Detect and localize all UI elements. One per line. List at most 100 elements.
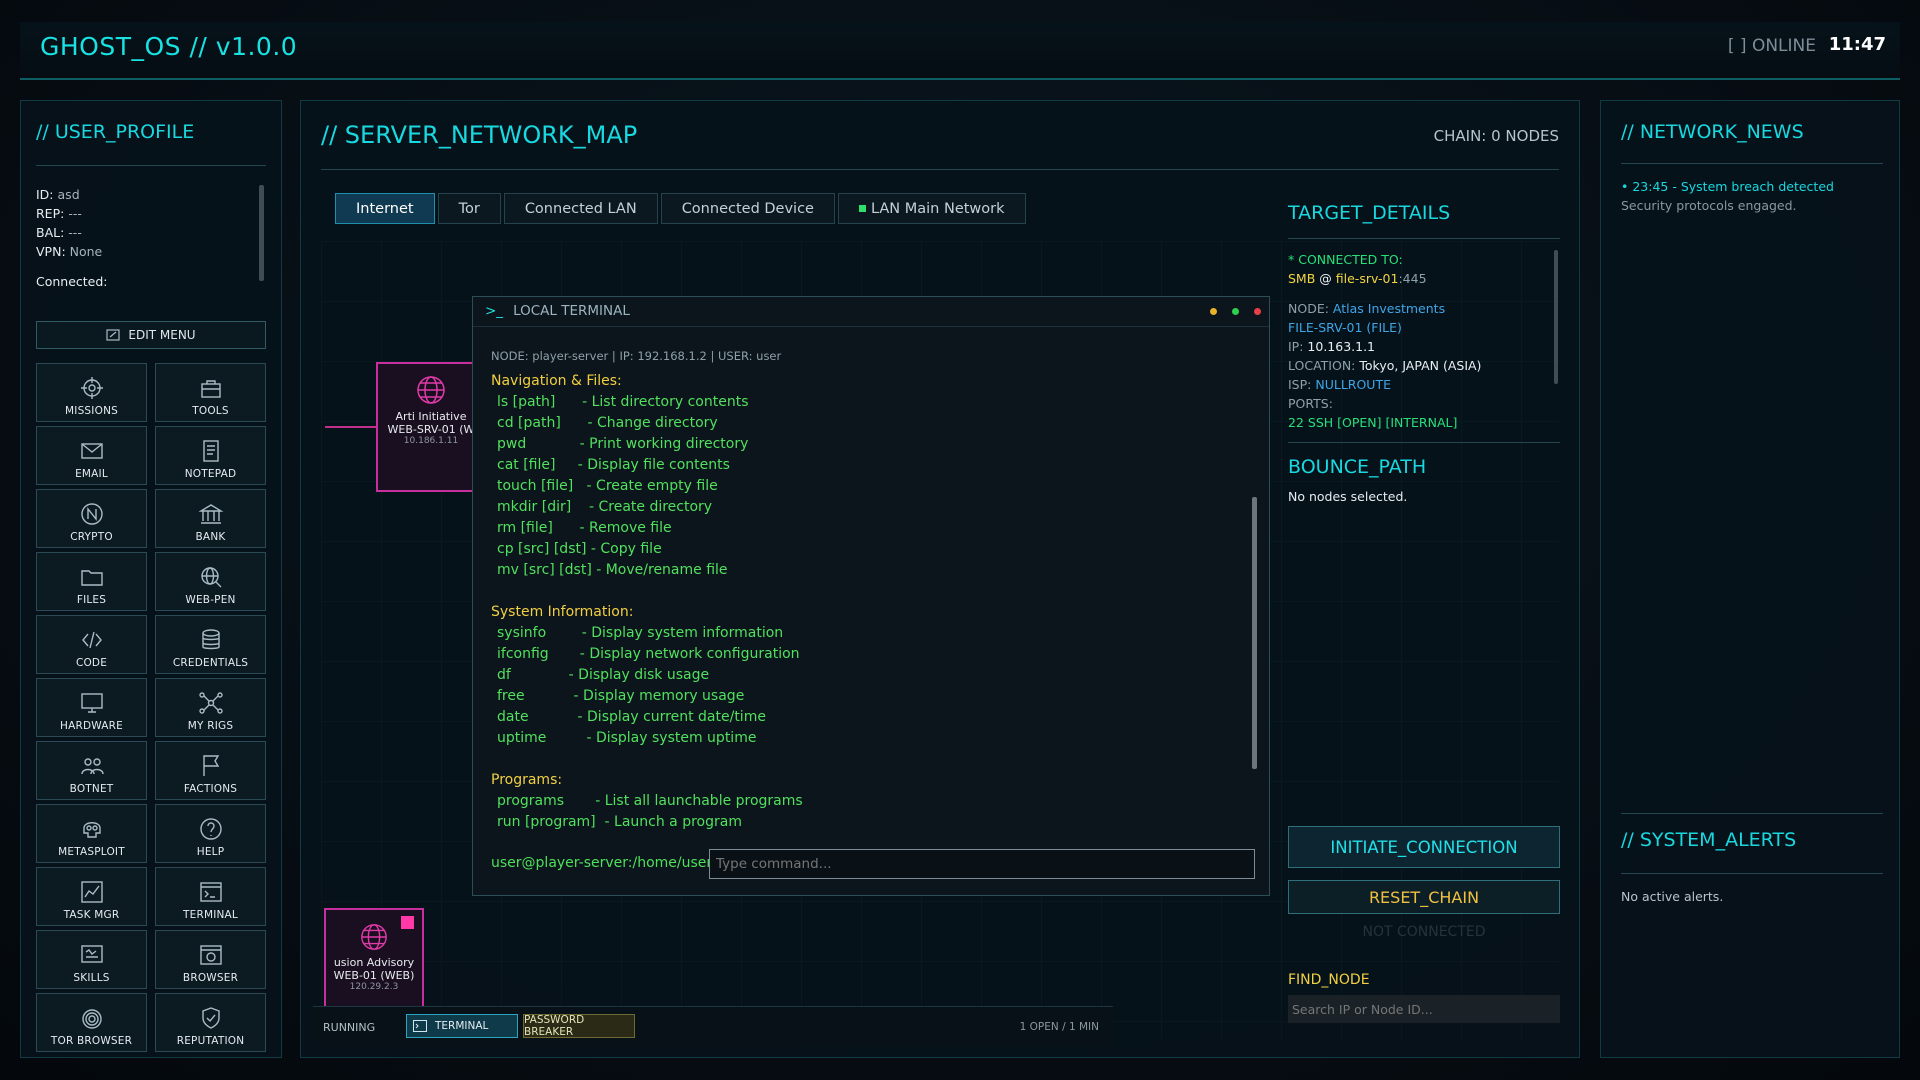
- app-email-button[interactable]: EMAIL: [36, 426, 147, 485]
- terminal-line: sysinfo - Display system information: [497, 625, 784, 641]
- app-label: EMAIL: [75, 468, 108, 480]
- app-hardware-button[interactable]: HARDWARE: [36, 678, 147, 737]
- app-factions-button[interactable]: FACTIONS: [155, 741, 266, 800]
- find-node-title: FIND_NODE: [1288, 972, 1370, 988]
- connected-label: Connected:: [36, 274, 108, 289]
- alerts-empty: No active alerts.: [1621, 889, 1724, 904]
- node-name: usion Advisory: [333, 956, 415, 969]
- terminal-title: >_ LOCAL TERMINAL: [485, 303, 630, 319]
- app-launcher-grid: MISSIONS TOOLS EMAIL NOTEPAD CRYPTO BANK FILES…: [36, 363, 268, 1052]
- envelope-icon: [80, 443, 103, 459]
- tab-connected-lan[interactable]: Connected LAN: [503, 193, 658, 224]
- location-value: Tokyo, JAPAN (ASIA): [1359, 358, 1482, 373]
- terminal-line: cp [src] [dst] - Copy file: [497, 541, 662, 557]
- id-value: asd: [57, 187, 80, 202]
- bounce-path-title: BOUNCE_PATH: [1288, 456, 1427, 478]
- ip-label: IP:: [1288, 339, 1304, 354]
- tab-internet[interactable]: Internet: [335, 193, 435, 224]
- app-label: BANK: [195, 531, 226, 543]
- running-label: RUNNING: [323, 1021, 376, 1034]
- app-my-rigs-button[interactable]: MY RIGS: [155, 678, 266, 737]
- divider: [1288, 442, 1560, 443]
- app-web-pen-button[interactable]: WEB-PEN: [155, 552, 266, 611]
- app-browser-button[interactable]: BROWSER: [155, 930, 266, 989]
- initiate-connection-button[interactable]: INITIATE_CONNECTION: [1288, 826, 1560, 868]
- local-terminal-window[interactable]: >_ LOCAL TERMINAL NODE: player-server | I…: [472, 296, 1270, 896]
- bounce-path-empty: No nodes selected.: [1288, 489, 1408, 504]
- app-credentials-button[interactable]: CREDENTIALS: [155, 615, 266, 674]
- terminal-section-heading: System Information:: [491, 604, 634, 620]
- app-bank-button[interactable]: BANK: [155, 489, 266, 548]
- app-help-button[interactable]: HELP: [155, 804, 266, 863]
- panel-title: // NETWORK_NEWS: [1621, 121, 1804, 143]
- chart-icon: [80, 881, 103, 903]
- app-label: CREDENTIALS: [172, 657, 249, 669]
- terminal-section-heading: Programs:: [491, 772, 563, 788]
- terminal-line: programs - List all launchable programs: [497, 793, 803, 809]
- divider: [1621, 813, 1883, 814]
- port: :445: [1398, 271, 1427, 286]
- app-tor-browser-button[interactable]: TOR BROWSER: [36, 993, 147, 1052]
- ports-label: PORTS:: [1288, 396, 1333, 411]
- maximize-icon[interactable]: [1232, 308, 1239, 315]
- reset-chain-button[interactable]: RESET_CHAIN: [1288, 880, 1560, 914]
- task-terminal-button[interactable]: TERMINAL: [406, 1014, 518, 1038]
- app-label: REPUTATION: [176, 1035, 245, 1047]
- network-node[interactable]: usion Advisory WEB-01 (WEB) 120.29.2.3: [324, 908, 424, 1008]
- app-label: CODE: [75, 657, 108, 669]
- minimize-icon[interactable]: [1210, 308, 1217, 315]
- terminal-titlebar[interactable]: >_ LOCAL TERMINAL: [473, 297, 1269, 327]
- app-tools-button[interactable]: TOOLS: [155, 363, 266, 422]
- app-label: MY RIGS: [187, 720, 234, 732]
- app-missions-button[interactable]: MISSIONS: [36, 363, 147, 422]
- node-type: WEB-01 (WEB): [333, 969, 415, 982]
- target-details-scrollbar[interactable]: [1554, 250, 1558, 384]
- network-nodes-icon: [198, 692, 223, 714]
- app-crypto-button[interactable]: CRYPTO: [36, 489, 147, 548]
- globe-icon: [361, 924, 387, 950]
- app-botnet-button[interactable]: BOTNET: [36, 741, 147, 800]
- tab-connected-device[interactable]: Connected Device: [660, 193, 835, 224]
- app-skills-button[interactable]: SKILLS: [36, 930, 147, 989]
- bal-label: BAL:: [36, 225, 65, 240]
- app-terminal-button[interactable]: TERMINAL: [155, 867, 266, 926]
- app-reputation-button[interactable]: REPUTATION: [155, 993, 266, 1052]
- coin-icon: [80, 503, 103, 525]
- app-files-button[interactable]: FILES: [36, 552, 147, 611]
- tab-tor[interactable]: Tor: [437, 193, 501, 224]
- bank-icon: [197, 504, 224, 524]
- find-node-input[interactable]: [1288, 995, 1560, 1023]
- shield-icon: [201, 1007, 220, 1029]
- terminal-title-label: LOCAL TERMINAL: [513, 303, 630, 319]
- tab-lan-main-network[interactable]: LAN Main Network: [837, 193, 1026, 224]
- running-tasks-bar: RUNNING TERMINAL PASSWORD BREAKER 1 OPEN…: [313, 1006, 1113, 1046]
- terminal-scrollbar[interactable]: [1252, 497, 1257, 769]
- app-code-button[interactable]: CODE: [36, 615, 147, 674]
- terminal-line: uptime - Display system uptime: [497, 730, 757, 746]
- terminal-section-heading: Navigation & Files:: [491, 373, 622, 389]
- divider: [1288, 238, 1560, 239]
- command-input[interactable]: [709, 849, 1255, 879]
- question-icon: [199, 818, 222, 840]
- terminal-session-info: NODE: player-server | IP: 192.168.1.2 | …: [491, 349, 782, 363]
- task-password-breaker-button[interactable]: PASSWORD BREAKER: [523, 1014, 635, 1038]
- terminal-icon: [413, 1020, 427, 1032]
- app-label: METASPLOIT: [58, 846, 125, 858]
- id-label: ID:: [36, 187, 54, 202]
- terminal-line: touch [file] - Create empty file: [497, 478, 718, 494]
- users-icon: [80, 758, 104, 775]
- code-icon: [81, 631, 102, 649]
- flag-icon: [202, 755, 219, 776]
- app-notepad-button[interactable]: NOTEPAD: [155, 426, 266, 485]
- terminal-line: pwd - Print working directory: [497, 436, 749, 452]
- app-title: GHOST_OS // v1.0.0: [40, 32, 298, 61]
- app-metasploit-button[interactable]: METASPLOIT: [36, 804, 147, 863]
- at-sign: @: [1319, 271, 1332, 286]
- notepad-icon: [202, 440, 219, 462]
- close-icon[interactable]: [1254, 308, 1261, 315]
- app-task-mgr-button[interactable]: TASK MGR: [36, 867, 147, 926]
- network-node[interactable]: Arti Initiative WEB-SRV-01 (W 10.186.1.1…: [376, 362, 486, 492]
- edit-menu-button[interactable]: EDIT MENU: [36, 321, 266, 349]
- profile-scrollbar[interactable]: [259, 185, 264, 281]
